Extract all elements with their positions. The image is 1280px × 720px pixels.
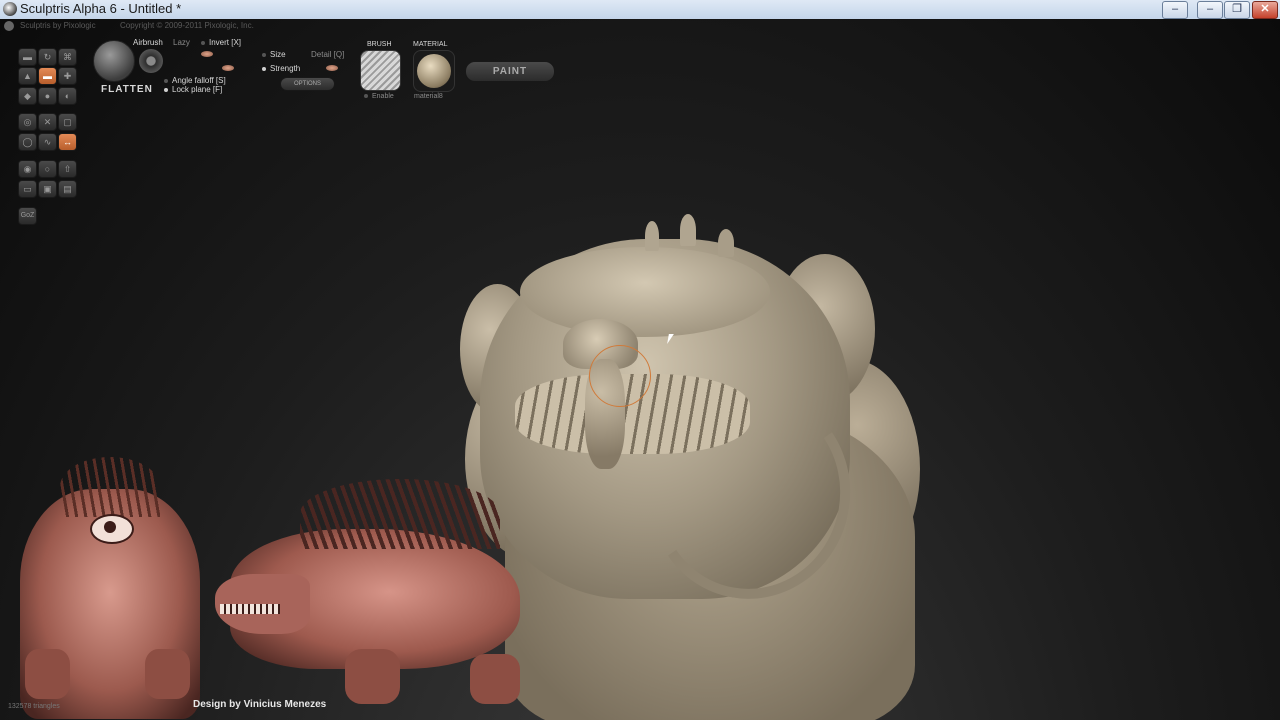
goz-icon[interactable]: GoZ [18, 207, 37, 225]
grab-tool-icon[interactable]: ✚ [58, 67, 77, 85]
product-name: Sculptris by Pixologic [20, 21, 96, 30]
rotate-tool-icon[interactable]: ↻ [38, 48, 57, 66]
enable-toggle[interactable]: Enable [364, 93, 394, 100]
detail-slider-knob[interactable] [326, 65, 338, 71]
import-icon[interactable]: ⇧ [58, 160, 77, 178]
options-button[interactable]: OPTIONS [280, 77, 335, 91]
sculptris-app-icon[interactable] [3, 2, 17, 16]
crease-tool-icon[interactable]: ◐ [58, 87, 77, 105]
symmetry-toggle-icon[interactable]: ↔ [58, 133, 77, 151]
triangle-count: 132578 triangles [8, 703, 60, 710]
pixologic-logo-icon [4, 21, 14, 31]
lock-plane-label: Lock plane [F] [172, 85, 223, 94]
maximize-button[interactable]: ❐ [1224, 1, 1250, 19]
airbrush-icon[interactable] [139, 49, 163, 73]
smooth-tool-icon[interactable]: ● [38, 87, 57, 105]
copyright-text: Copyright © 2009-2011 Pixologic, Inc. [120, 21, 254, 30]
strength-label: Strength [270, 64, 301, 73]
brush-alpha-thumbnail[interactable] [360, 50, 401, 91]
plane-icon[interactable]: ▭ [18, 180, 37, 198]
window-title: Sculptris Alpha 6 - Untitled * [20, 1, 182, 16]
lock-plane-toggle[interactable]: Lock plane [F] [164, 85, 222, 94]
material-heading: MATERIAL [413, 41, 448, 48]
tool-name: FLATTEN [101, 84, 153, 95]
invert-dot-icon [201, 40, 205, 45]
size-slider-knob[interactable] [201, 51, 213, 57]
lazy-label[interactable]: Lazy [173, 38, 190, 47]
draw-tool-icon[interactable]: ▬ [18, 48, 37, 66]
subdivide-icon[interactable]: ◉ [18, 160, 37, 178]
strength-toggle[interactable]: Strength [262, 64, 300, 73]
scale-tool-icon[interactable]: ▢ [58, 113, 77, 131]
design-credit: Design by Vinicius Menezes [193, 699, 327, 710]
invert-label: Invert [X] [209, 38, 242, 47]
app-header: Sculptris by Pixologic Copyright © 2009-… [0, 19, 1280, 33]
restore-button[interactable]: – [1197, 1, 1223, 19]
material-sphere-icon [417, 54, 451, 88]
minimize-button[interactable]: – [1162, 1, 1188, 19]
strength-dot-icon [262, 66, 266, 71]
enable-dot-icon [364, 94, 368, 99]
airbrush-label[interactable]: Airbrush [133, 38, 163, 47]
wireframe-tool-icon[interactable]: ◯ [18, 133, 37, 151]
pinch-tool-icon[interactable]: ◆ [18, 87, 37, 105]
strength-slider-knob[interactable] [222, 65, 234, 71]
close-button[interactable]: ✕ [1252, 1, 1278, 19]
angle-falloff-toggle[interactable]: Angle falloff [S] [164, 76, 226, 85]
reduce-tool-icon[interactable]: ◎ [18, 113, 37, 131]
angle-falloff-dot-icon [164, 78, 168, 83]
mask-tool-icon[interactable]: ✕ [38, 113, 57, 131]
material-name: material8 [414, 93, 443, 100]
symmetry-wave-icon[interactable]: ∿ [38, 133, 57, 151]
flatten-tool-icon[interactable]: ▬ [38, 67, 57, 85]
size-dot-icon [262, 52, 266, 57]
size-label: Size [270, 50, 286, 59]
lock-plane-dot-icon [164, 87, 168, 92]
save-icon[interactable]: ▣ [38, 180, 57, 198]
brush-cursor-ring [589, 345, 651, 407]
size-toggle[interactable]: Size [262, 50, 286, 59]
enable-label: Enable [372, 93, 394, 100]
material-thumbnail[interactable] [413, 50, 455, 92]
detail-label[interactable]: Detail [Q] [311, 50, 344, 59]
open-icon[interactable]: ▤ [58, 180, 77, 198]
angle-falloff-label: Angle falloff [S] [172, 76, 226, 85]
inflate-tool-icon[interactable]: ▲ [18, 67, 37, 85]
flatten-brush-icon[interactable] [93, 40, 135, 82]
paint-button[interactable]: PAINT [465, 61, 555, 82]
brush-heading: BRUSH [367, 41, 392, 48]
sculpt-viewport[interactable]: Sculptris by Pixologic Copyright © 2009-… [0, 19, 1280, 720]
new-sphere-icon[interactable]: ○ [38, 160, 57, 178]
invert-toggle[interactable]: Invert [X] [201, 38, 241, 47]
crop-tool-icon[interactable]: ⌘ [58, 48, 77, 66]
window-titlebar[interactable]: Sculptris Alpha 6 - Untitled * – – ❐ ✕ [0, 0, 1280, 20]
